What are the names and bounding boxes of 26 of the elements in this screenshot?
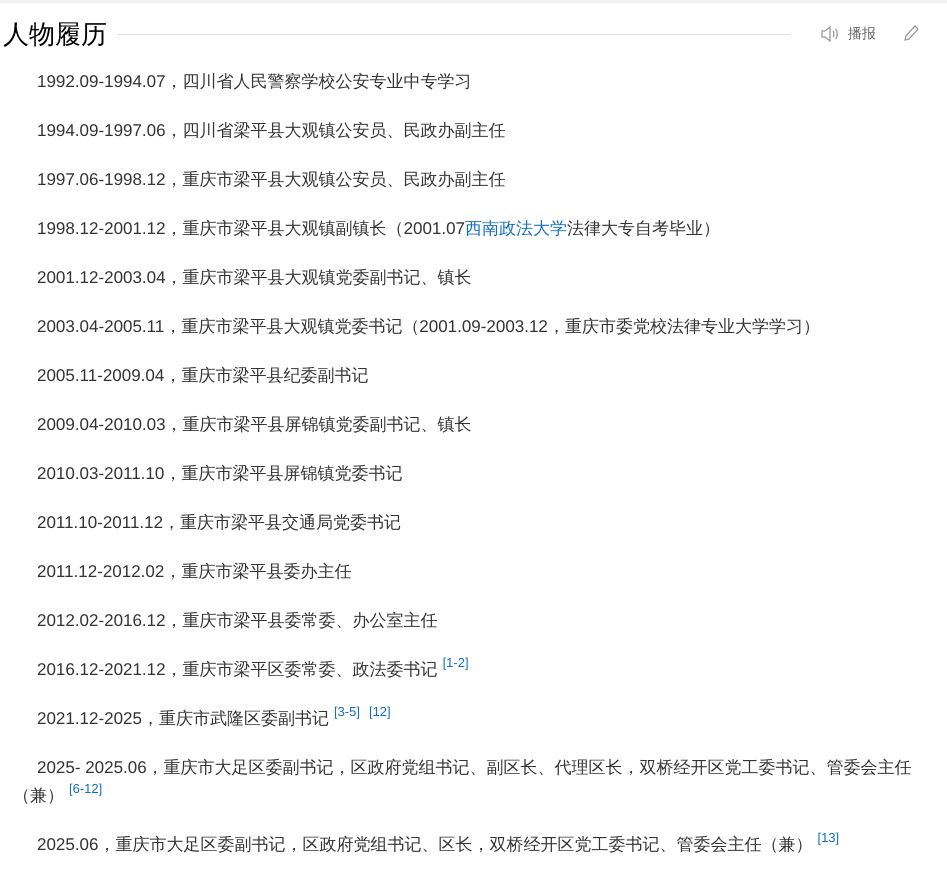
career-entry: 2009.04-2010.03，重庆市梁平县屏锦镇党委副书记、镇长: [36, 414, 473, 436]
career-entry: 2011.10-2011.12，重庆市梁平县交通局党委书记: [36, 512, 402, 534]
career-entry: 2005.11-2009.04，重庆市梁平县纪委副书记: [36, 365, 370, 387]
career-entry: 2012.02-2016.12，重庆市梁平县委常委、办公室主任: [36, 610, 439, 632]
career-entry: 2003.04-2005.11，重庆市梁平县大观镇党委书记（2001.09-2003.12，重庆市委党校法律专业大学学习）: [36, 316, 821, 338]
speaker-icon: [821, 26, 839, 42]
career-entry: 2025- 2025.06，重庆市大足区委副书记，区政府党组书记、副区长、代理区长，双桥经开区党工委书记、管委会主任（兼） $^{[6-12]}$: [13, 757, 913, 807]
career-entry: 2025.06，重庆市大足区委副书记，区政府党组书记、区长，双桥经开区党工委书记、管委会主任（兼） $^{[13]}$: [36, 831, 840, 856]
citation-link[interactable]: [1-2]: [442, 655, 469, 670]
citation-link[interactable]: [12]: [368, 704, 391, 719]
broadcast-button[interactable]: 播报: [821, 25, 876, 43]
citation-link[interactable]: [3-5]: [334, 704, 360, 719]
career-entry: 2001.12-2003.04，重庆市梁平县大观镇党委副书记、镇长: [36, 267, 473, 289]
edit-button[interactable]: [904, 25, 918, 43]
career-entry: 2011.12-2012.02，重庆市梁平县委办主任: [36, 561, 352, 583]
section-title: 人物履历: [3, 18, 107, 50]
career-entry: 1992.09-1994.07，四川省人民警察学校公安专业中专学习: [36, 71, 473, 93]
pencil-icon: [904, 25, 918, 43]
career-entry: 1994.09-1997.06，四川省梁平县大观镇公安员、民政办副主任: [36, 120, 507, 142]
citation-link[interactable]: [13]: [817, 830, 840, 845]
career-entry: 1998.12-2001.12，重庆市梁平县大观镇副镇长（2001.07西南政法大学法律大专自考毕业）: [36, 218, 722, 240]
career-entry: 1997.06-1998.12，重庆市梁平县大观镇公安员、民政办副主任: [36, 169, 507, 191]
citation-link[interactable]: [6-12]: [69, 781, 102, 796]
school-link[interactable]: 西南政法大学: [465, 219, 568, 238]
career-entry: 2010.03-2011.10，重庆市梁平县屏锦镇党委书记: [36, 463, 404, 485]
career-entry: 2016.12-2021.12，重庆市梁平区委常委、政法委书记 $^{[1-2]}$: [36, 656, 470, 681]
